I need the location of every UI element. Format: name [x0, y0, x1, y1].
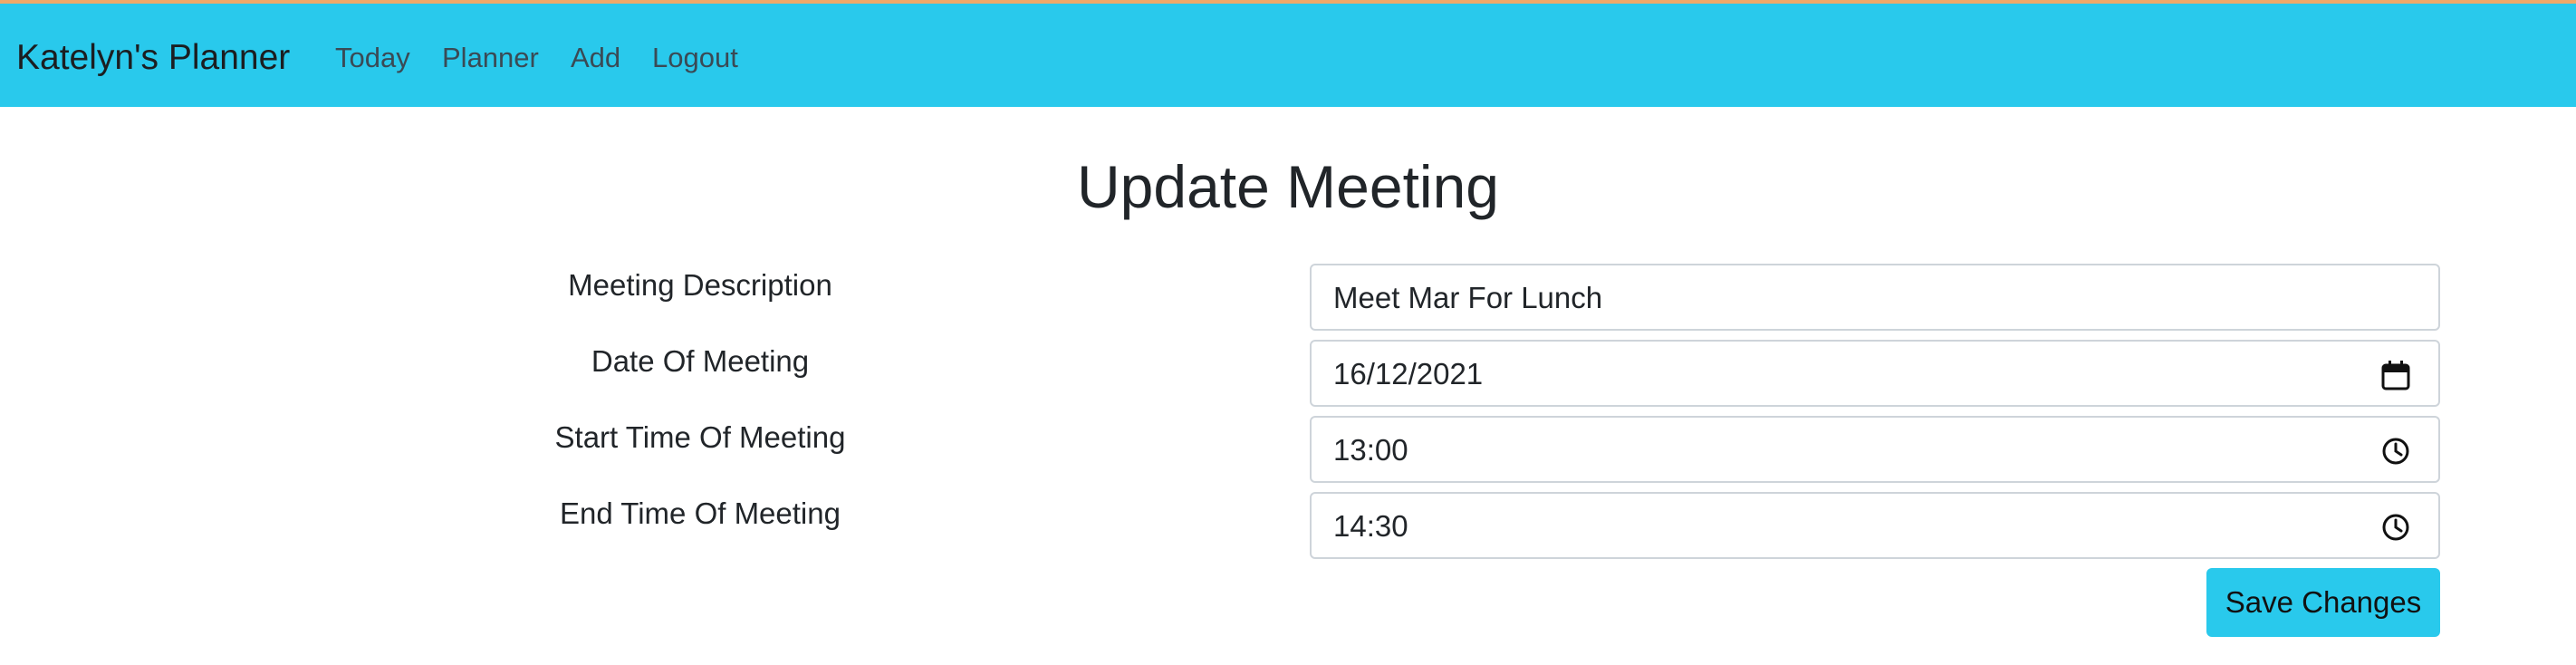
end-time-value: 14:30	[1333, 509, 1408, 543]
clock-icon[interactable]	[2380, 512, 2411, 543]
nav-link-planner[interactable]: Planner	[442, 40, 539, 76]
save-changes-button[interactable]: Save Changes	[2206, 568, 2440, 637]
end-time-label: End Time Of Meeting	[560, 496, 841, 530]
calendar-icon[interactable]	[2380, 360, 2411, 390]
nav-link-add[interactable]: Add	[571, 40, 620, 76]
start-time-value: 13:00	[1333, 433, 1408, 467]
page-title: Update Meeting	[1077, 153, 1499, 220]
start-time-input[interactable]: 13:00	[1310, 416, 2440, 483]
meeting-description-value: Meet Mar For Lunch	[1333, 281, 1603, 314]
meeting-description-input[interactable]: Meet Mar For Lunch	[1310, 264, 2440, 331]
nav-link-logout[interactable]: Logout	[652, 40, 738, 76]
navbar: Katelyn's Planner Today Planner Add Logo…	[0, 4, 2576, 107]
nav-link-today[interactable]: Today	[335, 40, 410, 76]
date-of-meeting-value: 16/12/2021	[1333, 357, 1484, 390]
date-of-meeting-label: Date Of Meeting	[591, 344, 810, 378]
end-time-input[interactable]: 14:30	[1310, 492, 2440, 559]
date-of-meeting-input[interactable]: 16/12/2021	[1310, 340, 2440, 407]
clock-icon[interactable]	[2380, 436, 2411, 467]
meeting-description-label: Meeting Description	[568, 268, 832, 302]
brand-link[interactable]: Katelyn's Planner	[16, 36, 290, 80]
start-time-label: Start Time Of Meeting	[554, 420, 846, 454]
